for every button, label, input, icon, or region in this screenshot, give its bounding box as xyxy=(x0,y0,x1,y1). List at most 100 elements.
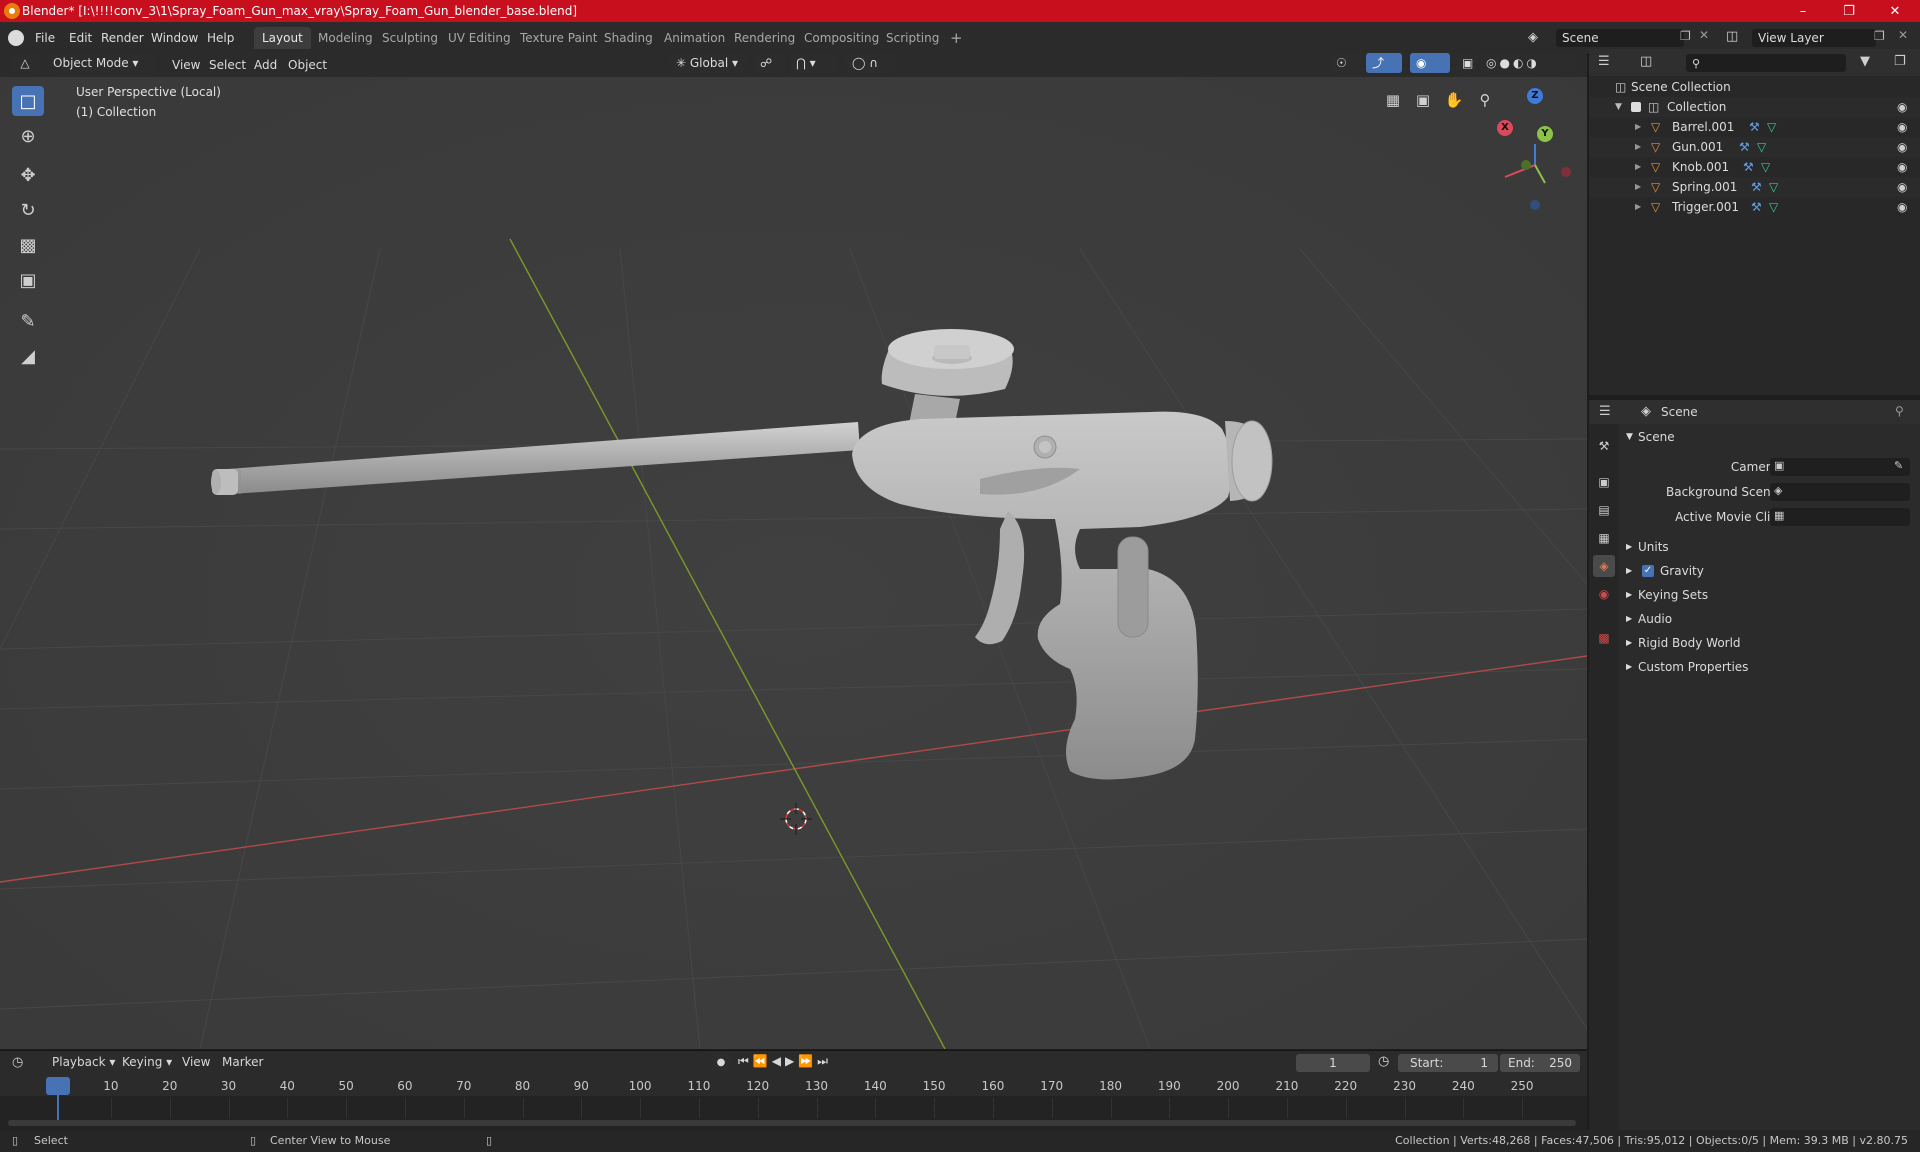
keying-menu[interactable]: Keying ▾ xyxy=(116,1055,179,1069)
menu-file[interactable]: File xyxy=(30,29,60,48)
texture-tab-icon[interactable]: ▩ xyxy=(1593,627,1615,649)
auto-keying-button[interactable]: ● xyxy=(712,1054,730,1072)
visibility-filter-icon[interactable]: ☉ xyxy=(1330,53,1362,73)
eye-icon[interactable]: ◉ xyxy=(1897,197,1907,217)
zoom-icon[interactable]: ⚲ xyxy=(1472,87,1498,113)
xray-toggle-icon[interactable]: ▣ xyxy=(1456,53,1476,73)
mesh-data-icon[interactable]: ▽ xyxy=(1769,197,1778,217)
collection-checkbox[interactable] xyxy=(1631,102,1641,112)
minimize-button[interactable]: – xyxy=(1780,0,1826,22)
rotate-tool-icon[interactable]: ↻ xyxy=(12,195,44,225)
outliner-row-object[interactable]: ▶ ▽ Spring.001 ⚒ ▽ ◉ xyxy=(1589,177,1920,197)
expand-arrow-icon[interactable]: ▶ xyxy=(1635,157,1641,177)
audio-panel-header[interactable]: ▶ Audio xyxy=(1622,607,1920,631)
overlay-toggle-icon[interactable]: ◉ xyxy=(1410,53,1450,73)
mesh-data-icon[interactable]: ▽ xyxy=(1767,117,1776,137)
gizmo-z-axis[interactable]: Z xyxy=(1527,88,1543,104)
scene-panel-header[interactable]: ▼ Scene xyxy=(1622,425,1920,449)
delete-scene-icon[interactable]: ✕ xyxy=(1699,28,1709,42)
tab-rendering[interactable]: Rendering xyxy=(726,27,803,49)
annotate-tool-icon[interactable]: ✎ xyxy=(12,306,44,336)
blender-menu-icon[interactable] xyxy=(8,30,24,46)
maximize-button[interactable]: ❐ xyxy=(1826,0,1872,22)
tab-scripting[interactable]: Scripting xyxy=(878,27,947,49)
timeline-editor-type-icon[interactable]: ◷ xyxy=(12,1055,23,1070)
marker-menu[interactable]: Marker xyxy=(216,1055,269,1069)
end-frame-field[interactable]: End: 250 xyxy=(1500,1054,1580,1072)
view-layer-browse-icon[interactable]: ◫ xyxy=(1726,29,1738,44)
playback-controls[interactable]: ⏮⏪◀▶⏩⏭ xyxy=(738,1054,832,1069)
modifier-wrench-icon[interactable]: ⚒ xyxy=(1751,197,1762,217)
outliner-row-object[interactable]: ▶ ▽ Trigger.001 ⚒ ▽ ◉ xyxy=(1589,197,1920,217)
mesh-data-icon[interactable]: ▽ xyxy=(1761,157,1770,177)
outliner-row-scene-collection[interactable]: ◫ Scene Collection xyxy=(1589,77,1920,97)
move-tool-icon[interactable]: ✥ xyxy=(12,160,44,190)
current-frame-field[interactable]: 1 xyxy=(1296,1054,1370,1072)
outliner-row-object[interactable]: ▶ ▽ Gun.001 ⚒ ▽ ◉ xyxy=(1589,137,1920,157)
tab-shading[interactable]: Shading xyxy=(596,27,661,49)
scene-browse-icon[interactable]: ◈ xyxy=(1528,30,1538,45)
modifier-wrench-icon[interactable]: ⚒ xyxy=(1739,137,1750,157)
measure-tool-icon[interactable]: ◢ xyxy=(12,341,44,371)
render-tab-icon[interactable]: ▣ xyxy=(1593,471,1615,493)
camera-view-icon[interactable]: ▣ xyxy=(1410,87,1436,113)
delete-view-layer-icon[interactable]: ✕ xyxy=(1898,28,1908,42)
playhead-line[interactable] xyxy=(57,1095,59,1123)
3d-viewport[interactable] xyxy=(0,49,1587,1049)
outliner-display-mode-icon[interactable]: ◫ xyxy=(1640,54,1652,69)
pivot-point-icon[interactable]: ☍ xyxy=(754,53,786,73)
outliner-row-object[interactable]: ▶ ▽ Barrel.001 ⚒ ▽ ◉ xyxy=(1589,117,1920,137)
rigid-body-world-panel-header[interactable]: ▶ Rigid Body World xyxy=(1622,631,1920,655)
output-tab-icon[interactable]: ▤ xyxy=(1593,499,1615,521)
tab-uv-editing[interactable]: UV Editing xyxy=(440,27,519,49)
mesh-data-icon[interactable]: ▽ xyxy=(1769,177,1778,197)
viewport-menu-object[interactable]: Object xyxy=(282,55,333,75)
view-layer-field[interactable]: View Layer xyxy=(1752,29,1876,47)
units-panel-header[interactable]: ▶ Units xyxy=(1622,535,1920,559)
modifier-wrench-icon[interactable]: ⚒ xyxy=(1751,177,1762,197)
expand-arrow-icon[interactable]: ▶ xyxy=(1635,197,1641,217)
new-collection-icon[interactable]: ❐ xyxy=(1894,54,1906,69)
menu-render[interactable]: Render xyxy=(96,29,149,48)
tab-compositing[interactable]: Compositing xyxy=(796,27,887,49)
pin-icon[interactable]: ⚲ xyxy=(1895,404,1904,418)
expand-arrow-icon[interactable]: ▶ xyxy=(1635,137,1641,157)
properties-editor-type-icon[interactable]: ☰ xyxy=(1599,404,1611,419)
add-workspace-button[interactable]: + xyxy=(942,27,971,49)
gizmo-x-axis[interactable]: X xyxy=(1497,120,1513,136)
editor-type-icon[interactable]: △ xyxy=(10,53,40,73)
toggle-grid-icon[interactable]: ▦ xyxy=(1380,87,1406,113)
tab-sculpting[interactable]: Sculpting xyxy=(374,27,446,49)
view-layer-tab-icon[interactable]: ▦ xyxy=(1593,527,1615,549)
eye-icon[interactable]: ◉ xyxy=(1897,117,1907,137)
tab-layout[interactable]: Layout xyxy=(254,27,311,49)
playback-menu[interactable]: Playback ▾ xyxy=(46,1055,122,1069)
active-movie-clip-field[interactable]: ▦ xyxy=(1770,508,1910,526)
outliner-row-object[interactable]: ▶ ▽ Knob.001 ⚒ ▽ ◉ xyxy=(1589,157,1920,177)
tab-animation[interactable]: Animation xyxy=(656,27,733,49)
preview-range-icon[interactable]: ◷ xyxy=(1378,1054,1389,1069)
scene-name-field[interactable]: Scene xyxy=(1556,29,1684,47)
camera-field[interactable]: ▣ ✎ xyxy=(1770,458,1910,476)
start-frame-field[interactable]: Start: 1 xyxy=(1398,1054,1498,1072)
viewport-menu-add[interactable]: Add xyxy=(248,55,283,75)
transform-tool-icon[interactable]: ▣ xyxy=(12,265,44,295)
scene-tab-icon[interactable]: ◈ xyxy=(1593,555,1615,577)
mesh-data-icon[interactable]: ▽ xyxy=(1757,137,1766,157)
expand-arrow-icon[interactable]: ▼ xyxy=(1615,97,1622,117)
eyedropper-icon[interactable]: ✎ xyxy=(1894,459,1903,472)
menu-window[interactable]: Window xyxy=(146,29,203,48)
gizmo-y-axis[interactable]: Y xyxy=(1537,126,1553,142)
tab-modeling[interactable]: Modeling xyxy=(310,27,381,49)
eye-icon[interactable]: ◉ xyxy=(1897,177,1907,197)
shading-mode-buttons[interactable]: ◎●◐◑ xyxy=(1480,53,1576,73)
menu-edit[interactable]: Edit xyxy=(64,29,97,48)
viewport-menu-select[interactable]: Select xyxy=(203,55,252,75)
modifier-wrench-icon[interactable]: ⚒ xyxy=(1743,157,1754,177)
tool-tab-icon[interactable]: ⚒ xyxy=(1593,435,1615,457)
outliner-filter-icon[interactable]: ▼ xyxy=(1860,54,1870,69)
pan-hand-icon[interactable]: ✋ xyxy=(1441,87,1467,113)
proportional-edit-icon[interactable]: ◯ ∩ xyxy=(846,53,896,73)
expand-arrow-icon[interactable]: ▶ xyxy=(1635,117,1641,137)
snap-toggle-icon[interactable]: ⋂ ▾ xyxy=(790,53,838,73)
